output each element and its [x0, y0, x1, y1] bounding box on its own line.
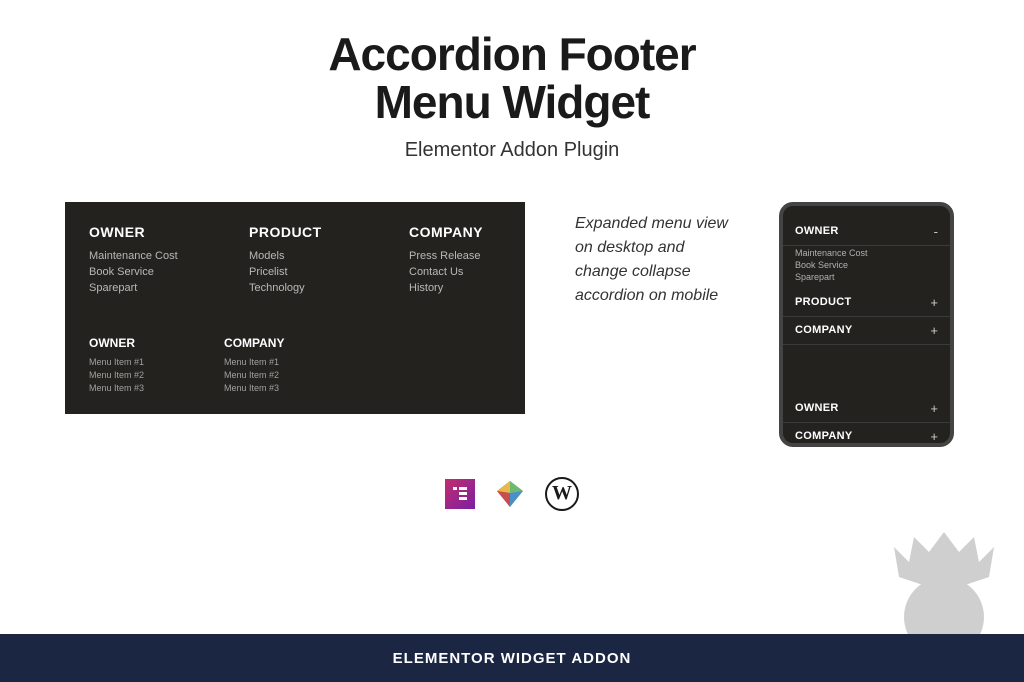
- menu-item[interactable]: Menu Item #3: [224, 383, 284, 393]
- bottom-bar-text: ELEMENTOR WIDGET ADDON: [393, 650, 632, 667]
- menu-item[interactable]: Menu Item #1: [89, 357, 144, 367]
- plus-icon: +: [930, 429, 938, 444]
- menu-item[interactable]: Book Service: [89, 266, 209, 278]
- col-title: COMPANY: [409, 224, 529, 240]
- plus-icon: +: [930, 295, 938, 310]
- menu-item[interactable]: Models: [249, 250, 369, 262]
- col-title: COMPANY: [224, 336, 284, 350]
- footer-col-owner-2: OWNER Menu Item #1 Menu Item #2 Menu Ite…: [89, 336, 144, 396]
- page-subtitle: Elementor Addon Plugin: [65, 139, 959, 162]
- menu-item[interactable]: Contact Us: [409, 266, 529, 278]
- accordion-header-owner-2[interactable]: OWNER +: [783, 395, 950, 423]
- accordion-header-product[interactable]: PRODUCT +: [783, 289, 950, 317]
- platform-icons: W: [65, 477, 959, 511]
- col-title: OWNER: [89, 336, 144, 350]
- footer-col-company: COMPANY Press Release Contact Us History: [409, 224, 529, 298]
- menu-item[interactable]: Menu Item #1: [224, 357, 284, 367]
- menu-item[interactable]: Technology: [249, 282, 369, 294]
- menu-item[interactable]: Sparepart: [89, 282, 209, 294]
- wordpress-icon: W: [545, 477, 579, 511]
- mobile-preview-panel: OWNER - Maintenance Cost Book Service Sp…: [779, 202, 954, 447]
- menu-item[interactable]: Menu Item #2: [224, 370, 284, 380]
- menu-item[interactable]: Menu Item #2: [89, 370, 144, 380]
- menu-item[interactable]: Press Release: [409, 250, 529, 262]
- accordion-header-company-2[interactable]: COMPANY +: [783, 423, 950, 450]
- page-title: Accordion Footer Menu Widget: [65, 30, 959, 127]
- menu-item[interactable]: History: [409, 282, 529, 294]
- plus-icon: +: [930, 323, 938, 338]
- accordion-header-company[interactable]: COMPANY +: [783, 317, 950, 345]
- accordion-header-owner[interactable]: OWNER -: [783, 218, 950, 246]
- desktop-preview-panel: OWNER Maintenance Cost Book Service Spar…: [65, 202, 525, 414]
- menu-item[interactable]: Book Service: [795, 260, 938, 270]
- footer-col-owner: OWNER Maintenance Cost Book Service Spar…: [89, 224, 209, 298]
- menu-item[interactable]: Pricelist: [249, 266, 369, 278]
- menu-item[interactable]: Maintenance Cost: [795, 248, 938, 258]
- footer-col-product: PRODUCT Models Pricelist Technology: [249, 224, 369, 298]
- menu-item[interactable]: Maintenance Cost: [89, 250, 209, 262]
- accordion-content: Maintenance Cost Book Service Sparepart: [783, 246, 950, 289]
- description-text: Expanded menu view on desktop and change…: [575, 212, 735, 308]
- menu-item[interactable]: Menu Item #3: [89, 383, 144, 393]
- col-title: PRODUCT: [249, 224, 369, 240]
- gem-icon: [493, 479, 527, 509]
- accordion-title: OWNER: [795, 402, 839, 414]
- col-title: OWNER: [89, 224, 209, 240]
- minus-icon: -: [934, 224, 938, 239]
- footer-col-company-2: COMPANY Menu Item #1 Menu Item #2 Menu I…: [224, 336, 284, 396]
- bottom-bar: ELEMENTOR WIDGET ADDON: [0, 634, 1024, 682]
- plus-icon: +: [930, 401, 938, 416]
- accordion-title: COMPANY: [795, 430, 853, 442]
- accordion-title: OWNER: [795, 225, 839, 237]
- elementor-icon: [445, 479, 475, 509]
- accordion-title: PRODUCT: [795, 296, 852, 308]
- menu-item[interactable]: Sparepart: [795, 272, 938, 282]
- accordion-title: COMPANY: [795, 324, 853, 336]
